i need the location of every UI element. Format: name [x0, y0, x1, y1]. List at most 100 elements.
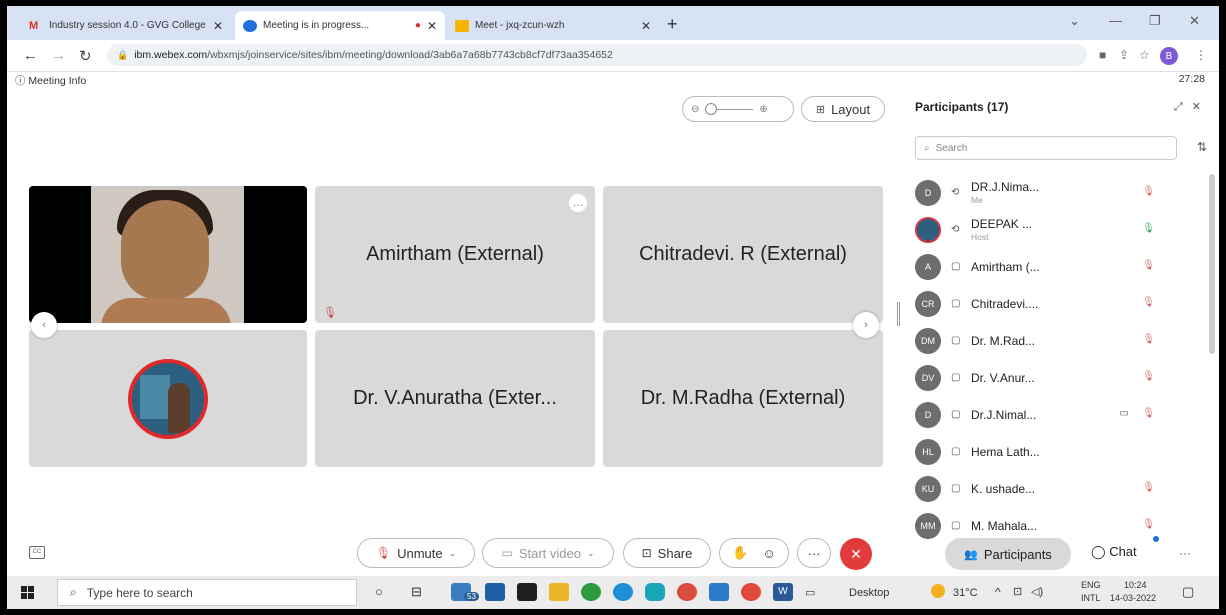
zoom-track[interactable]	[705, 102, 754, 115]
sync-icon: ⟲	[951, 224, 960, 235]
video-tile-radha[interactable]: Dr. M.Radha (External)	[603, 330, 883, 467]
taskbar-search-input[interactable]: ⌕ Type here to search	[57, 579, 357, 606]
close-icon[interactable]: ✕	[641, 19, 651, 33]
participant-row[interactable]: D ⟲ DR.J.Nima... Me 🎙	[915, 174, 1197, 211]
chat-button[interactable]: ◯ Chat	[1091, 544, 1137, 560]
web-app-icon: ▢	[951, 446, 961, 457]
share-page-icon[interactable]: ⇪	[1119, 48, 1129, 62]
tab-industry-session[interactable]: M Industry session 4.0 - GVG College ✕	[21, 11, 231, 40]
chevron-right-icon[interactable]: ›	[853, 312, 879, 338]
restore-button[interactable]: ❐	[1149, 13, 1161, 29]
zoom-in-icon[interactable]: ⊕	[759, 104, 767, 115]
more-icon: ···	[807, 545, 821, 561]
start-video-button[interactable]: ▭ Start video ⌄	[482, 538, 614, 568]
closed-captions-icon[interactable]: CC	[29, 546, 45, 559]
chevron-down-icon[interactable]: ⌄	[587, 548, 595, 559]
participant-row[interactable]: DM ▢ Dr. M.Rad... 🎙	[915, 322, 1197, 359]
video-tile-self[interactable]	[29, 186, 307, 323]
clock-time[interactable]: 10:24	[1124, 580, 1147, 590]
notification-center-icon[interactable]: ▢	[1182, 584, 1194, 600]
raise-hand-icon[interactable]: ✋	[732, 545, 748, 561]
desktop-toolbar-label[interactable]: Desktop	[849, 587, 889, 599]
leave-meeting-button[interactable]: ✕	[840, 538, 872, 570]
chevron-up-icon[interactable]: ^	[995, 585, 1001, 599]
web-app-icon: ▢	[951, 372, 961, 383]
word-icon[interactable]: W	[773, 583, 793, 601]
tile-options-icon[interactable]: …	[569, 194, 587, 212]
clock-date[interactable]: 14-03-2022	[1110, 593, 1156, 603]
app-icon[interactable]	[517, 583, 537, 601]
language-indicator[interactable]: ENG	[1081, 580, 1101, 590]
new-tab-button[interactable]: +	[667, 14, 678, 35]
participant-row[interactable]: DV ▢ Dr. V.Anur... 🎙	[915, 359, 1197, 396]
participant-row[interactable]: HL ▢ Hema Lath...	[915, 433, 1197, 470]
profile-avatar[interactable]: B	[1160, 47, 1178, 65]
chrome-profile-icon[interactable]	[741, 583, 761, 601]
video-tile-host[interactable]	[29, 330, 307, 467]
participant-name: Dr.J.Nimal...	[971, 407, 1037, 422]
participant-search-input[interactable]: ⌕ Search	[915, 136, 1177, 160]
back-button[interactable]: ←	[23, 47, 38, 64]
chrome-icon[interactable]	[581, 583, 601, 601]
zoom-out-icon[interactable]: ⊖	[691, 104, 699, 115]
weather-icon[interactable]	[931, 584, 945, 598]
participant-row[interactable]: ⟲ DEEPAK ... Host 🎙	[915, 211, 1197, 248]
participant-scrollbar[interactable]	[1209, 174, 1215, 354]
meeting-info-link[interactable]: ⓘ Meeting Info	[15, 73, 86, 88]
more-options-button[interactable]: ···	[797, 538, 831, 568]
zoom-knob[interactable]	[705, 102, 718, 115]
tab-search-icon[interactable]: ⌄	[1069, 13, 1080, 29]
mic-muted-icon: 🎙	[1142, 334, 1155, 345]
bookmark-star-icon[interactable]: ☆	[1139, 48, 1150, 62]
share-button[interactable]: ⊡ Share	[623, 538, 711, 568]
network-icon[interactable]: ⊡	[1013, 585, 1022, 598]
chevron-down-icon[interactable]: ⌄	[449, 548, 457, 559]
close-icon[interactable]: ✕	[1192, 101, 1201, 113]
mic-muted-icon: 🎙	[1142, 297, 1155, 308]
participant-row[interactable]: A ▢ Amirtham (... 🎙	[915, 248, 1197, 285]
panel-more-icon[interactable]: ···	[1179, 546, 1191, 560]
forward-button[interactable]: →	[51, 47, 66, 64]
chevron-left-icon[interactable]: ‹	[31, 312, 57, 338]
sort-icon[interactable]: ⇅	[1197, 140, 1207, 154]
app-icon[interactable]: ▭	[805, 586, 815, 599]
camera-in-use-icon[interactable]: ■	[1099, 48, 1106, 62]
browser-menu-icon[interactable]: ⋮	[1195, 48, 1207, 62]
emoji-icon[interactable]: ☺	[762, 546, 775, 561]
edge-icon[interactable]	[613, 583, 633, 601]
close-window-button[interactable]: ✕	[1189, 13, 1200, 29]
panel-resize-handle[interactable]	[897, 302, 900, 326]
tab-google-meet[interactable]: Meet - jxq-zcun-wzh ✕	[447, 11, 659, 40]
layout-button[interactable]: ⊞ Layout	[801, 96, 885, 122]
zoom-slider[interactable]: ⊖ ⊕	[682, 96, 794, 122]
minimize-button[interactable]: —	[1109, 13, 1122, 28]
meeting-info-label: Meeting Info	[28, 75, 87, 87]
tab-webex-meeting[interactable]: Meeting is in progress... ● ✕	[235, 11, 445, 40]
participant-row[interactable]: D ▢ Dr.J.Nimal... ▭ 🎙	[915, 396, 1197, 433]
store-icon[interactable]	[485, 583, 505, 601]
video-tile-anuratha[interactable]: Dr. V.Anuratha (Exter...	[315, 330, 595, 467]
skype-icon[interactable]	[645, 583, 665, 601]
popout-icon[interactable]: ⤢	[1174, 101, 1183, 113]
cortana-icon[interactable]: ○	[375, 584, 383, 599]
participants-button[interactable]: 👥 Participants	[945, 538, 1071, 570]
participant-name-block: DEEPAK ... Host	[971, 217, 1032, 242]
weather-temperature[interactable]: 31°C	[953, 587, 978, 599]
windows-start-button[interactable]	[21, 586, 34, 599]
app-icon[interactable]	[709, 583, 729, 601]
video-tile-amirtham[interactable]: Amirtham (External) 🎙 …	[315, 186, 595, 323]
reload-button[interactable]: ↻	[79, 47, 92, 65]
participants-title: Participants (17)	[915, 100, 1009, 114]
volume-icon[interactable]: ◁)	[1031, 585, 1043, 598]
task-view-icon[interactable]: ⊟	[411, 584, 422, 600]
chrome-profile-icon[interactable]	[677, 583, 697, 601]
unmute-button[interactable]: 🎙 Unmute ⌄	[357, 538, 475, 568]
participant-row[interactable]: CR ▢ Chitradevi.... 🎙	[915, 285, 1197, 322]
participant-row[interactable]: KU ▢ K. ushade... 🎙	[915, 470, 1197, 507]
language-layout[interactable]: INTL	[1081, 593, 1101, 603]
file-explorer-icon[interactable]	[549, 583, 569, 601]
video-tile-chitradevi[interactable]: Chitradevi. R (External)	[603, 186, 883, 323]
address-bar[interactable]: 🔒 ibm.webex.com /wbxmjs/joinservice/site…	[107, 44, 1087, 66]
close-icon[interactable]: ✕	[427, 19, 437, 33]
close-icon[interactable]: ✕	[213, 19, 223, 33]
